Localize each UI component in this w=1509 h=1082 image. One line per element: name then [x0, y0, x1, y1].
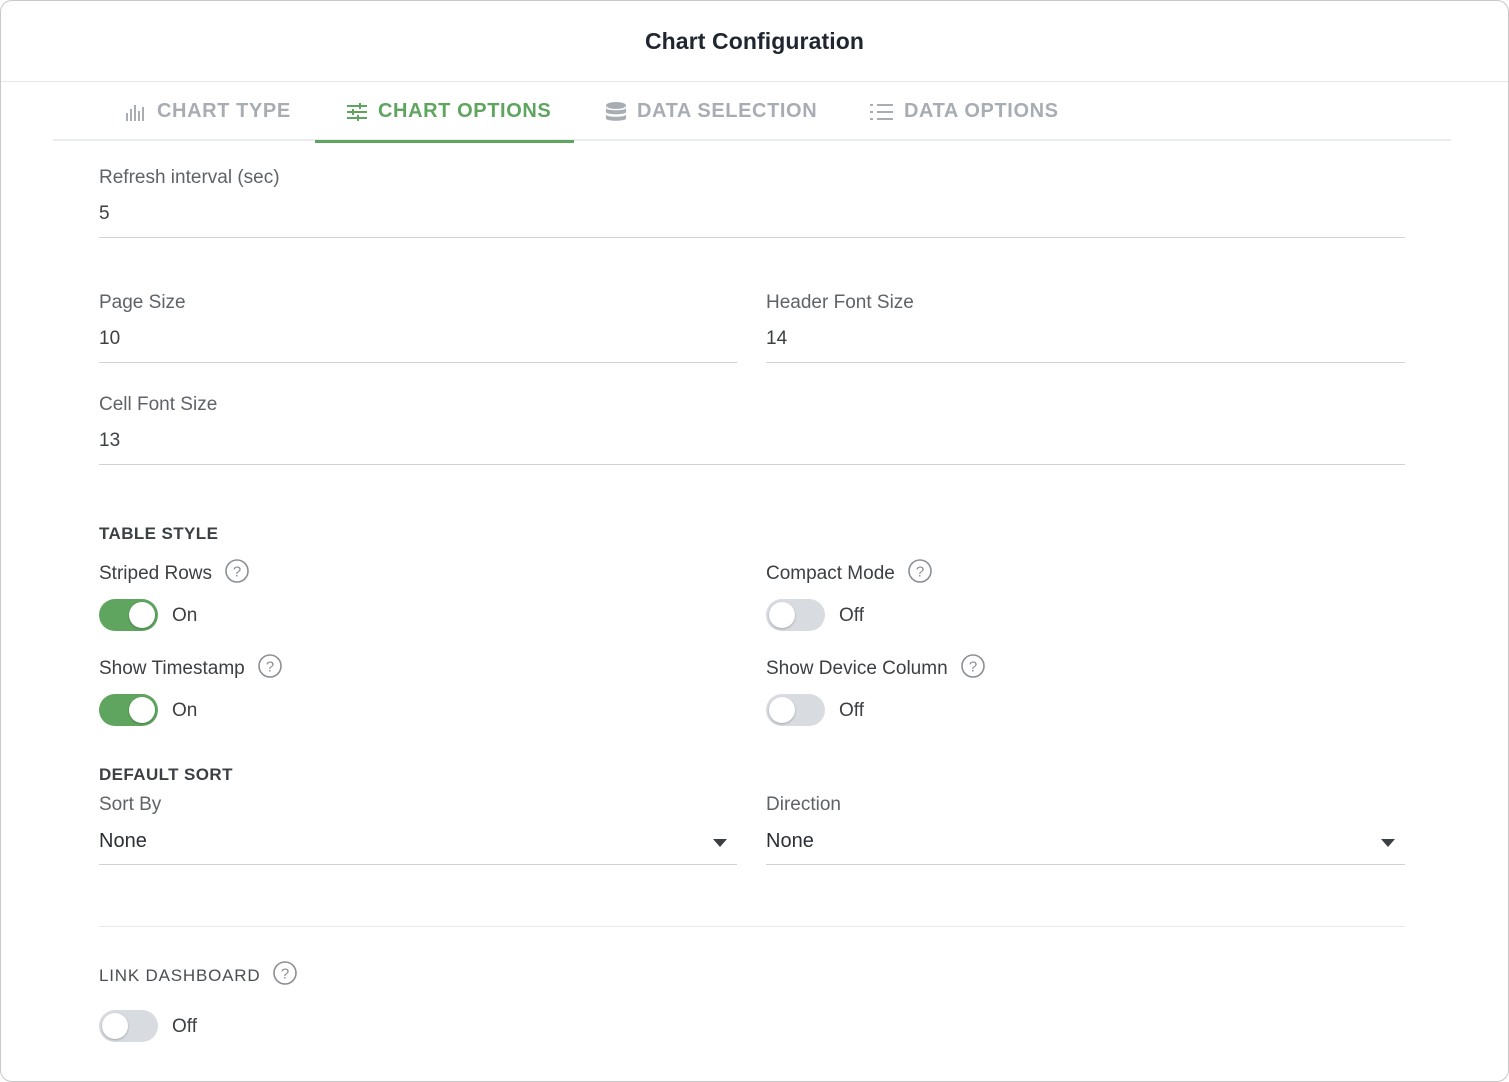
refresh-interval-field[interactable]: Refresh interval (sec) 5 [99, 167, 1405, 239]
toggle-knob [769, 602, 795, 628]
tab-label: CHART TYPE [157, 100, 291, 122]
tab-data-options[interactable]: DATA OPTIONS [870, 82, 1059, 141]
help-icon[interactable]: ? [224, 558, 250, 590]
show-timestamp-label: Show Timestamp ? [99, 653, 283, 685]
svg-text:?: ? [233, 564, 241, 581]
direction-select[interactable]: Direction None [766, 794, 1405, 866]
help-icon[interactable]: ? [257, 653, 283, 685]
compact-mode-toggle[interactable] [766, 599, 825, 631]
show-timestamp-toggle[interactable] [99, 694, 158, 726]
striped-rows-state: On [172, 605, 198, 626]
field-underline [99, 237, 1405, 238]
toggle-knob [129, 602, 155, 628]
compact-mode-state: Off [839, 605, 864, 626]
field-underline [99, 464, 1405, 465]
option-label-text: Show Device Column [766, 658, 948, 679]
tab-label: DATA OPTIONS [904, 100, 1059, 122]
option-label-text: Show Timestamp [99, 658, 245, 679]
tab-chart-type[interactable]: CHART TYPE [125, 82, 291, 141]
select-value[interactable]: None [99, 830, 147, 853]
show-device-column-toggle[interactable] [766, 694, 825, 726]
tab-label: CHART OPTIONS [378, 100, 552, 122]
striped-rows-label: Striped Rows ? [99, 558, 250, 590]
sort-by-select[interactable]: Sort By None [99, 794, 737, 866]
cell-font-size-field[interactable]: Cell Font Size 13 [99, 394, 1405, 466]
field-label: Header Font Size [766, 292, 914, 313]
svg-text:?: ? [968, 659, 976, 676]
toggle-knob [102, 1013, 128, 1039]
field-underline [99, 864, 737, 865]
table-style-heading: TABLE STYLE [99, 524, 219, 543]
tab-chart-options[interactable]: CHART OPTIONS [315, 82, 574, 143]
field-value[interactable]: 10 [99, 328, 120, 350]
tab-label: DATA SELECTION [637, 100, 818, 122]
help-icon[interactable]: ? [907, 558, 933, 590]
default-sort-heading: DEFAULT SORT [99, 765, 233, 784]
field-value[interactable]: 14 [766, 328, 787, 350]
tab-bar: CHART TYPE CHART OPTIONS DATA SELECTION [53, 82, 1451, 143]
field-label: Direction [766, 794, 841, 815]
show-timestamp-state: On [172, 700, 198, 721]
bar-chart-icon [126, 104, 144, 121]
field-value[interactable]: 5 [99, 203, 110, 225]
field-underline [766, 864, 1405, 865]
show-device-column-state: Off [839, 700, 864, 721]
help-icon[interactable]: ? [960, 653, 986, 685]
field-underline [99, 362, 737, 363]
dialog-title: Chart Configuration [644, 27, 865, 54]
tab-data-selection[interactable]: DATA SELECTION [605, 82, 817, 141]
toggle-knob [769, 697, 795, 723]
striped-rows-toggle[interactable] [99, 599, 158, 631]
svg-text:?: ? [266, 659, 274, 676]
field-label: Sort By [99, 794, 162, 815]
dialog-header: Chart Configuration [1, 1, 1508, 82]
chart-configuration-dialog: Chart Configuration CHART TYPE CHART OPT… [0, 0, 1509, 1082]
show-device-column-label: Show Device Column ? [766, 653, 986, 685]
link-dashboard-heading: LINK DASHBOARD [99, 966, 261, 985]
help-icon[interactable]: ? [272, 960, 298, 992]
caret-down-icon[interactable] [713, 839, 727, 847]
field-label: Page Size [99, 292, 186, 313]
caret-down-icon[interactable] [1381, 839, 1395, 847]
page-size-field[interactable]: Page Size 10 [99, 292, 737, 364]
sliders-icon [347, 102, 367, 121]
toggle-knob [129, 697, 155, 723]
field-label: Refresh interval (sec) [99, 167, 280, 188]
link-dashboard-state: Off [172, 1016, 197, 1037]
link-dashboard-label: LINK DASHBOARD ? [99, 960, 298, 992]
option-label-text: Striped Rows [99, 563, 212, 584]
svg-text:?: ? [281, 966, 289, 983]
database-icon [606, 101, 626, 121]
field-label: Cell Font Size [99, 394, 218, 415]
svg-text:?: ? [916, 564, 924, 581]
option-label-text: Compact Mode [766, 563, 895, 584]
link-dashboard-toggle[interactable] [99, 1010, 158, 1042]
field-value[interactable]: 13 [99, 430, 120, 452]
list-numbered-icon [870, 103, 893, 120]
compact-mode-label: Compact Mode ? [766, 558, 933, 590]
select-value[interactable]: None [766, 830, 814, 853]
section-divider [99, 926, 1405, 927]
header-font-size-field[interactable]: Header Font Size 14 [766, 292, 1405, 364]
field-underline [766, 362, 1405, 363]
